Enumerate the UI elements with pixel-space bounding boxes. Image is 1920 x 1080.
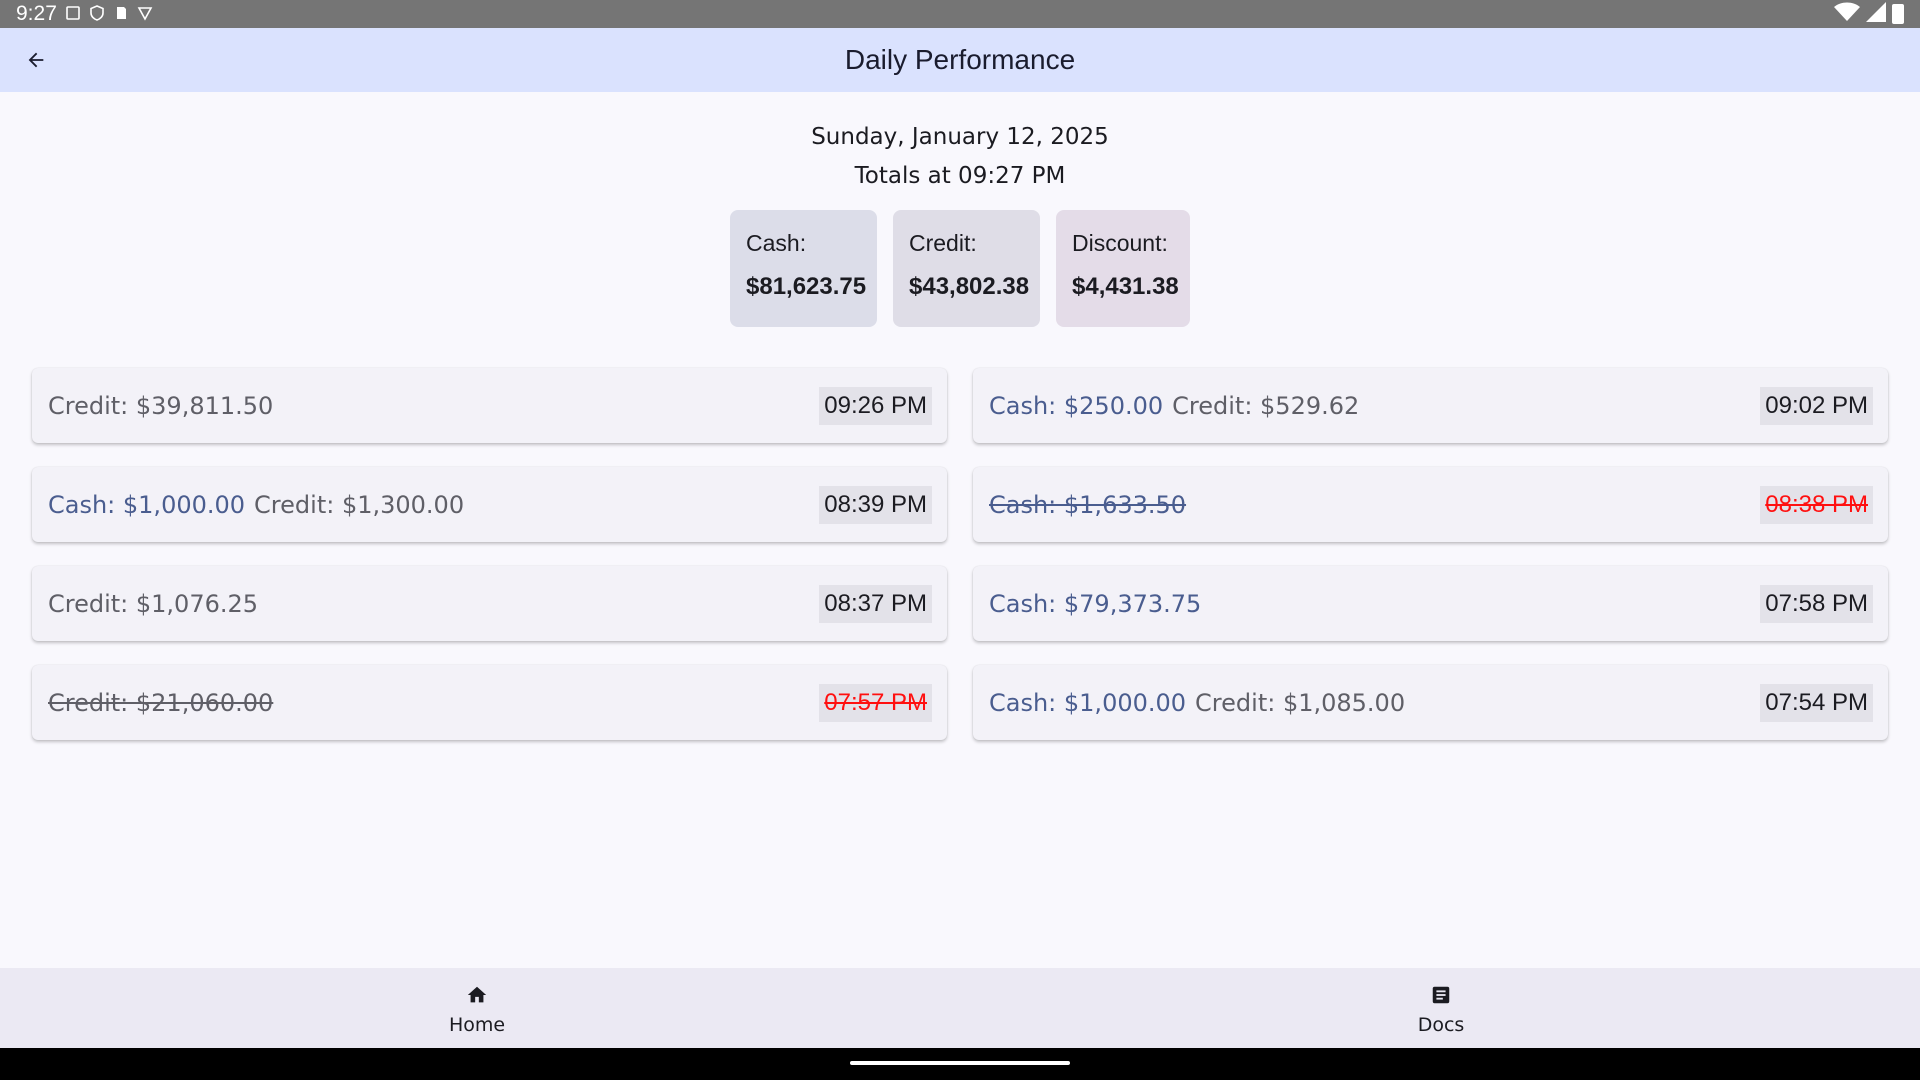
transaction-time: 08:38 PM	[1760, 485, 1873, 524]
transaction-card[interactable]: Cash: $1,000.00 Credit: $1,085.00 07:54 P…	[973, 665, 1888, 740]
bottom-navigation: Home Docs	[0, 968, 1920, 1048]
transaction-time: 09:26 PM	[819, 386, 932, 425]
nav-home-label: Home	[448, 1014, 506, 1036]
status-bar-left: 9:27	[16, 2, 153, 26]
page-title: Daily Performance	[844, 44, 1076, 75]
transaction-credit: Credit: $1,300.00	[254, 490, 465, 519]
nav-home[interactable]: Home	[417, 982, 537, 1036]
transaction-time: 07:54 PM	[1760, 683, 1873, 722]
battery-icon	[1892, 4, 1904, 24]
sd-card-icon	[113, 5, 129, 24]
arrow-back-icon	[28, 52, 44, 68]
transaction-credit: Credit: $1,085.00	[1195, 688, 1406, 717]
transaction-card[interactable]: Cash: $1,633.50 08:38 PM	[973, 467, 1888, 542]
transaction-credit: Credit: $21,060.00	[48, 688, 274, 717]
home-icon	[417, 982, 537, 1008]
credit-total-label: Credit:	[909, 230, 977, 256]
app-bar: Daily Performance	[0, 28, 1920, 92]
credit-total-value: $43,802.38	[909, 273, 1030, 300]
transaction-cash: Cash: $1,633.50	[989, 490, 1187, 519]
cash-total-label: Cash:	[746, 230, 807, 256]
cash-total-value: $81,623.75	[746, 273, 867, 300]
cash-total-card: Cash: $81,623.75	[730, 210, 877, 327]
transaction-card[interactable]: Credit: $1,076.25 08:37 PM	[32, 566, 947, 641]
gesture-bar	[0, 1048, 1920, 1080]
date-label: Sunday, January 12, 2025	[811, 124, 1109, 150]
transaction-amounts: Credit: $21,060.00	[48, 689, 273, 717]
transaction-credit: Credit: $1,076.25	[48, 589, 259, 618]
status-time: 9:27	[16, 2, 57, 25]
discount-total-value: $4,431.38	[1072, 273, 1179, 300]
transaction-amounts: Cash: $79,373.75	[989, 590, 1201, 618]
transaction-credit: Credit: $39,811.50	[48, 391, 274, 420]
discount-total-label: Discount:	[1072, 230, 1168, 256]
nav-docs[interactable]: Docs	[1381, 982, 1501, 1036]
screenshot-icon	[65, 5, 81, 24]
wifi-icon	[1834, 2, 1860, 26]
transaction-card[interactable]: Cash: $1,000.00 Credit: $1,300.00 08:39 P…	[32, 467, 947, 542]
signal-icon	[1866, 2, 1886, 26]
transaction-card[interactable]: Credit: $39,811.50 09:26 PM	[32, 368, 947, 443]
transaction-card[interactable]: Cash: $250.00 Credit: $529.62 09:02 PM	[973, 368, 1888, 443]
status-bar: 9:27	[0, 0, 1920, 28]
discount-total-card: Discount: $4,431.38	[1056, 210, 1190, 327]
transaction-amounts: Cash: $1,000.00 Credit: $1,085.00	[989, 689, 1405, 717]
transaction-amounts: Cash: $1,000.00 Credit: $1,300.00	[48, 491, 464, 519]
transaction-time: 08:37 PM	[819, 584, 932, 623]
transaction-amounts: Cash: $250.00 Credit: $529.62	[989, 392, 1359, 420]
transaction-time: 08:39 PM	[819, 485, 932, 524]
transaction-cash: Cash: $250.00	[989, 391, 1164, 420]
transaction-cash: Cash: $1,000.00	[48, 490, 246, 519]
status-bar-right	[1834, 2, 1904, 26]
totals-label: Totals at 09:27 PM	[854, 163, 1066, 189]
nav-docs-label: Docs	[1417, 1014, 1465, 1036]
credit-total-card: Credit: $43,802.38	[893, 210, 1040, 327]
shield-icon	[89, 4, 105, 24]
transaction-list: Credit: $39,811.50 09:26 PM Cash: $250.0…	[32, 368, 1889, 740]
transaction-card[interactable]: Cash: $79,373.75 07:58 PM	[973, 566, 1888, 641]
transaction-cash: Cash: $79,373.75	[989, 589, 1202, 618]
gesture-handle[interactable]	[850, 1061, 1070, 1065]
transaction-time: 09:02 PM	[1760, 386, 1873, 425]
vpn-icon	[137, 5, 153, 24]
back-button[interactable]	[12, 36, 60, 84]
transaction-credit: Credit: $529.62	[1172, 391, 1360, 420]
transaction-time: 07:57 PM	[819, 683, 932, 722]
transaction-time: 07:58 PM	[1760, 584, 1873, 623]
summary-cards: Cash: $81,623.75 Credit: $43,802.38 Disc…	[0, 210, 1920, 327]
docs-icon	[1381, 982, 1501, 1008]
transaction-amounts: Credit: $1,076.25	[48, 590, 258, 618]
transaction-amounts: Credit: $39,811.50	[48, 392, 273, 420]
transaction-cash: Cash: $1,000.00	[989, 688, 1187, 717]
transaction-card[interactable]: Credit: $21,060.00 07:57 PM	[32, 665, 947, 740]
transaction-amounts: Cash: $1,633.50	[989, 491, 1186, 519]
